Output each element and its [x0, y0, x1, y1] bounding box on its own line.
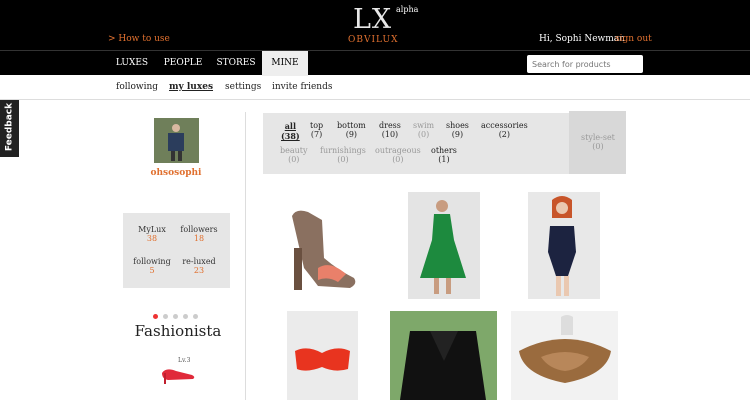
- cat-swim[interactable]: swim (0): [413, 121, 434, 139]
- product-image-heels[interactable]: [278, 198, 368, 296]
- subnav-settings[interactable]: settings: [225, 82, 261, 92]
- cat-bottom-count: (9): [345, 130, 358, 139]
- product-image-green-dress[interactable]: [408, 192, 480, 299]
- logo-lx-text: LX: [353, 4, 393, 35]
- cat-all-count: (38): [281, 131, 300, 141]
- feedback-label: Feedback: [4, 102, 15, 152]
- cat-top-name: top: [310, 121, 324, 130]
- stat-following-value: 5: [149, 266, 155, 275]
- stat-reluxed[interactable]: re-luxed 23: [174, 257, 224, 275]
- stat-following-label: following: [133, 257, 171, 266]
- carousel-dot-4[interactable]: [183, 314, 188, 319]
- profile-stats: MyLux 38 followers 18 following 5 re-lux…: [123, 213, 230, 288]
- cat-style-set-name: style-set: [581, 133, 615, 142]
- cat-all[interactable]: all (38): [281, 121, 300, 141]
- obvilux-logo[interactable]: LX alpha OBVILUX: [348, 4, 428, 46]
- cat-others-count: (1): [438, 155, 450, 164]
- cat-accessories[interactable]: accessories (2): [481, 121, 528, 139]
- cat-dress-name: dress: [379, 121, 401, 130]
- stat-mylux-value: 38: [146, 234, 158, 243]
- top-header: > How to use LX alpha OBVILUX Hi, Sophi …: [0, 0, 750, 50]
- product-image-red-bandeau[interactable]: [287, 311, 358, 400]
- logo-alpha-badge: alpha: [396, 5, 419, 14]
- sign-out-link[interactable]: sign out: [615, 34, 652, 44]
- style-set-panel[interactable]: style-set (0): [569, 111, 626, 174]
- cat-shoes-name: shoes: [446, 121, 469, 130]
- divider: [245, 112, 246, 400]
- subnav-invite-friends[interactable]: invite friends: [272, 82, 332, 92]
- carousel-dot-2[interactable]: [163, 314, 168, 319]
- cat-top-count: (7): [310, 130, 323, 139]
- search-input[interactable]: [527, 55, 643, 73]
- tab-stores[interactable]: STORES: [213, 51, 259, 76]
- cat-shoes-count: (9): [451, 130, 464, 139]
- avatar[interactable]: [154, 118, 199, 163]
- how-to-use-link[interactable]: > How to use: [108, 34, 170, 44]
- subnav-following[interactable]: following: [116, 82, 158, 92]
- cat-accessories-count: (2): [498, 130, 511, 139]
- product-image-navy-dress[interactable]: [528, 192, 600, 299]
- cat-beauty-count: (0): [288, 155, 300, 164]
- feedback-tab[interactable]: Feedback: [0, 100, 19, 157]
- cat-top[interactable]: top (7): [310, 121, 323, 139]
- cat-dress[interactable]: dress (10): [379, 121, 401, 139]
- cat-style-set[interactable]: style-set (0): [581, 133, 615, 151]
- cat-others-name: others: [431, 146, 457, 155]
- stat-followers-value: 18: [193, 234, 205, 243]
- tab-luxes[interactable]: LUXES: [109, 51, 155, 76]
- cat-accessories-name: accessories: [481, 121, 528, 130]
- carousel-dot-5[interactable]: [193, 314, 198, 319]
- carousel-dot-1[interactable]: [153, 314, 158, 319]
- cat-swim-name: swim: [413, 121, 435, 130]
- cat-shoes[interactable]: shoes (9): [446, 121, 469, 139]
- cat-beauty-name: beauty: [280, 146, 308, 155]
- cat-beauty[interactable]: beauty (0): [280, 146, 308, 164]
- cat-bottom-name: bottom: [337, 121, 366, 130]
- user-rank: Fashionista: [134, 322, 222, 340]
- category-filter: all (38) top (7) bottom (9) dress (10) swim(…: [263, 113, 569, 174]
- stat-reluxed-label: re-luxed: [182, 257, 216, 266]
- cat-dress-count: (10): [381, 130, 399, 139]
- cat-furnishings-count: (0): [337, 155, 349, 164]
- cat-outrageous-name: outrageous: [375, 146, 421, 155]
- tab-people[interactable]: PEOPLE: [160, 51, 206, 76]
- user-greeting: Hi, Sophi Newman: [539, 34, 625, 44]
- profile-username[interactable]: ohsosophi: [140, 168, 212, 178]
- cat-swim-count: (0): [417, 130, 430, 139]
- cat-furnishings-name: furnishings: [320, 146, 366, 155]
- user-level: Lv.3: [178, 357, 191, 364]
- stat-followers-label: followers: [180, 225, 218, 234]
- product-image-fur-jacket[interactable]: [390, 311, 497, 400]
- cat-others[interactable]: others (1): [431, 146, 457, 164]
- cat-style-set-count: (0): [592, 142, 604, 151]
- cat-outrageous[interactable]: outrageous (0): [375, 146, 421, 164]
- sub-nav: following my luxes settings invite frien…: [0, 75, 750, 100]
- logo-name-text: OBVILUX: [348, 35, 399, 45]
- stat-mylux-label: MyLux: [138, 225, 166, 234]
- product-image-fur-stole[interactable]: [511, 311, 618, 400]
- stat-following[interactable]: following 5: [127, 257, 177, 275]
- tab-mine[interactable]: MINE: [262, 51, 308, 76]
- cat-all-name: all: [284, 121, 296, 131]
- stat-reluxed-value: 23: [193, 266, 205, 275]
- subnav-my-luxes[interactable]: my luxes: [169, 82, 213, 92]
- stat-followers[interactable]: followers 18: [174, 225, 224, 243]
- cat-bottom[interactable]: bottom (9): [337, 121, 366, 139]
- carousel-dot-3[interactable]: [173, 314, 178, 319]
- stat-mylux[interactable]: MyLux 38: [127, 225, 177, 243]
- cat-furnishings[interactable]: furnishings (0): [320, 146, 366, 164]
- main-nav: LUXES PEOPLE STORES MINE: [0, 50, 750, 76]
- cat-outrageous-count: (0): [392, 155, 404, 164]
